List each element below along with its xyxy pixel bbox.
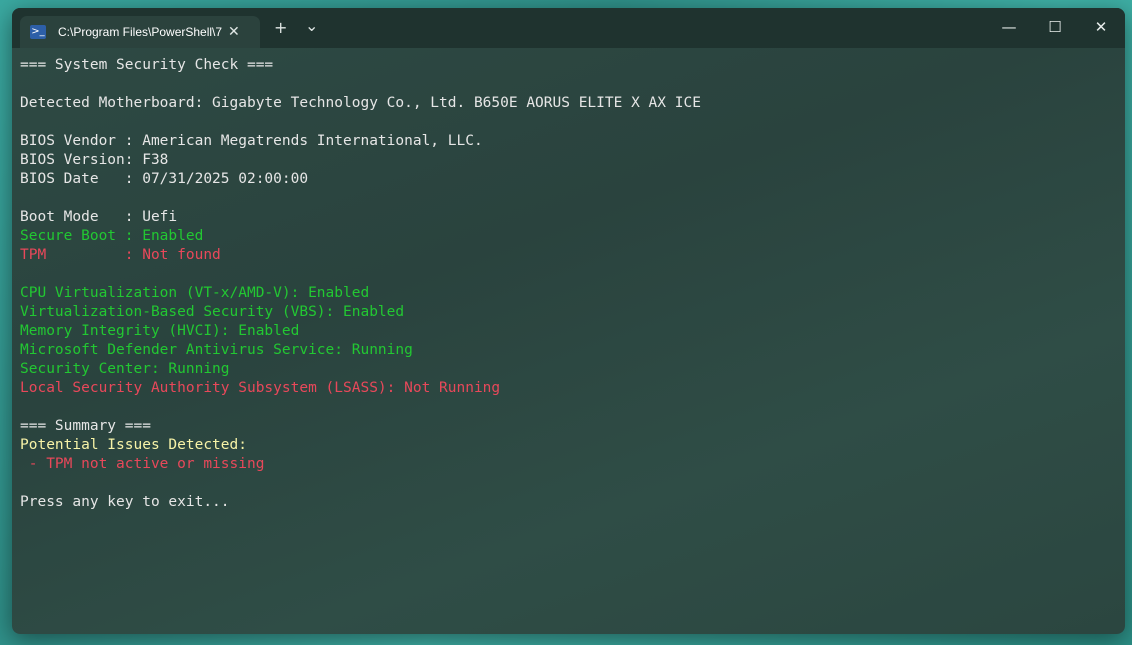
- console-line: BIOS Version: F38: [20, 152, 169, 168]
- console-line: Virtualization-Based Security (VBS): Ena…: [20, 304, 405, 320]
- console-line: === Summary ===: [20, 418, 151, 434]
- new-tab-button[interactable]: +: [274, 20, 287, 36]
- console-line: Microsoft Defender Antivirus Service: Ru…: [20, 342, 413, 358]
- close-window-button[interactable]: ✕: [1086, 18, 1116, 36]
- terminal-window: >_ C:\Program Files\PowerShell\7\pwsh.ex…: [12, 8, 1125, 634]
- console-line: Potential Issues Detected:: [20, 437, 247, 453]
- powershell-icon: >_: [30, 25, 46, 39]
- console-line: CPU Virtualization (VT-x/AMD-V): Enabled: [20, 285, 370, 301]
- console-line: Boot Mode : Uefi: [20, 209, 178, 225]
- close-tab-icon[interactable]: ✕: [228, 24, 240, 40]
- console-line: Press any key to exit...: [20, 494, 230, 510]
- console-line: BIOS Vendor : American Megatrends Intern…: [20, 133, 483, 149]
- maximize-button[interactable]: ☐: [1040, 18, 1070, 36]
- console-line: === System Security Check ===: [20, 57, 274, 73]
- console-output[interactable]: === System Security Check === Detected Mo…: [20, 56, 1117, 634]
- console-line: Secure Boot : Enabled: [20, 228, 204, 244]
- chevron-down-icon[interactable]: ⌄: [305, 18, 318, 34]
- tab-title: C:\Program Files\PowerShell\7\pwsh.exe: [58, 25, 222, 39]
- tab-pwsh[interactable]: >_ C:\Program Files\PowerShell\7\pwsh.ex…: [20, 16, 260, 48]
- title-bar[interactable]: >_ C:\Program Files\PowerShell\7\pwsh.ex…: [12, 8, 1125, 48]
- console-line: TPM : Not found: [20, 247, 221, 263]
- console-line: Local Security Authority Subsystem (LSAS…: [20, 380, 501, 396]
- console-line: BIOS Date : 07/31/2025 02:00:00: [20, 171, 309, 187]
- console-line: Memory Integrity (HVCI): Enabled: [20, 323, 300, 339]
- console-line: Security Center: Running: [20, 361, 230, 377]
- minimize-button[interactable]: —: [994, 18, 1024, 36]
- console-line: - TPM not active or missing: [20, 456, 265, 472]
- console-line: Detected Motherboard: Gigabyte Technolog…: [20, 95, 701, 111]
